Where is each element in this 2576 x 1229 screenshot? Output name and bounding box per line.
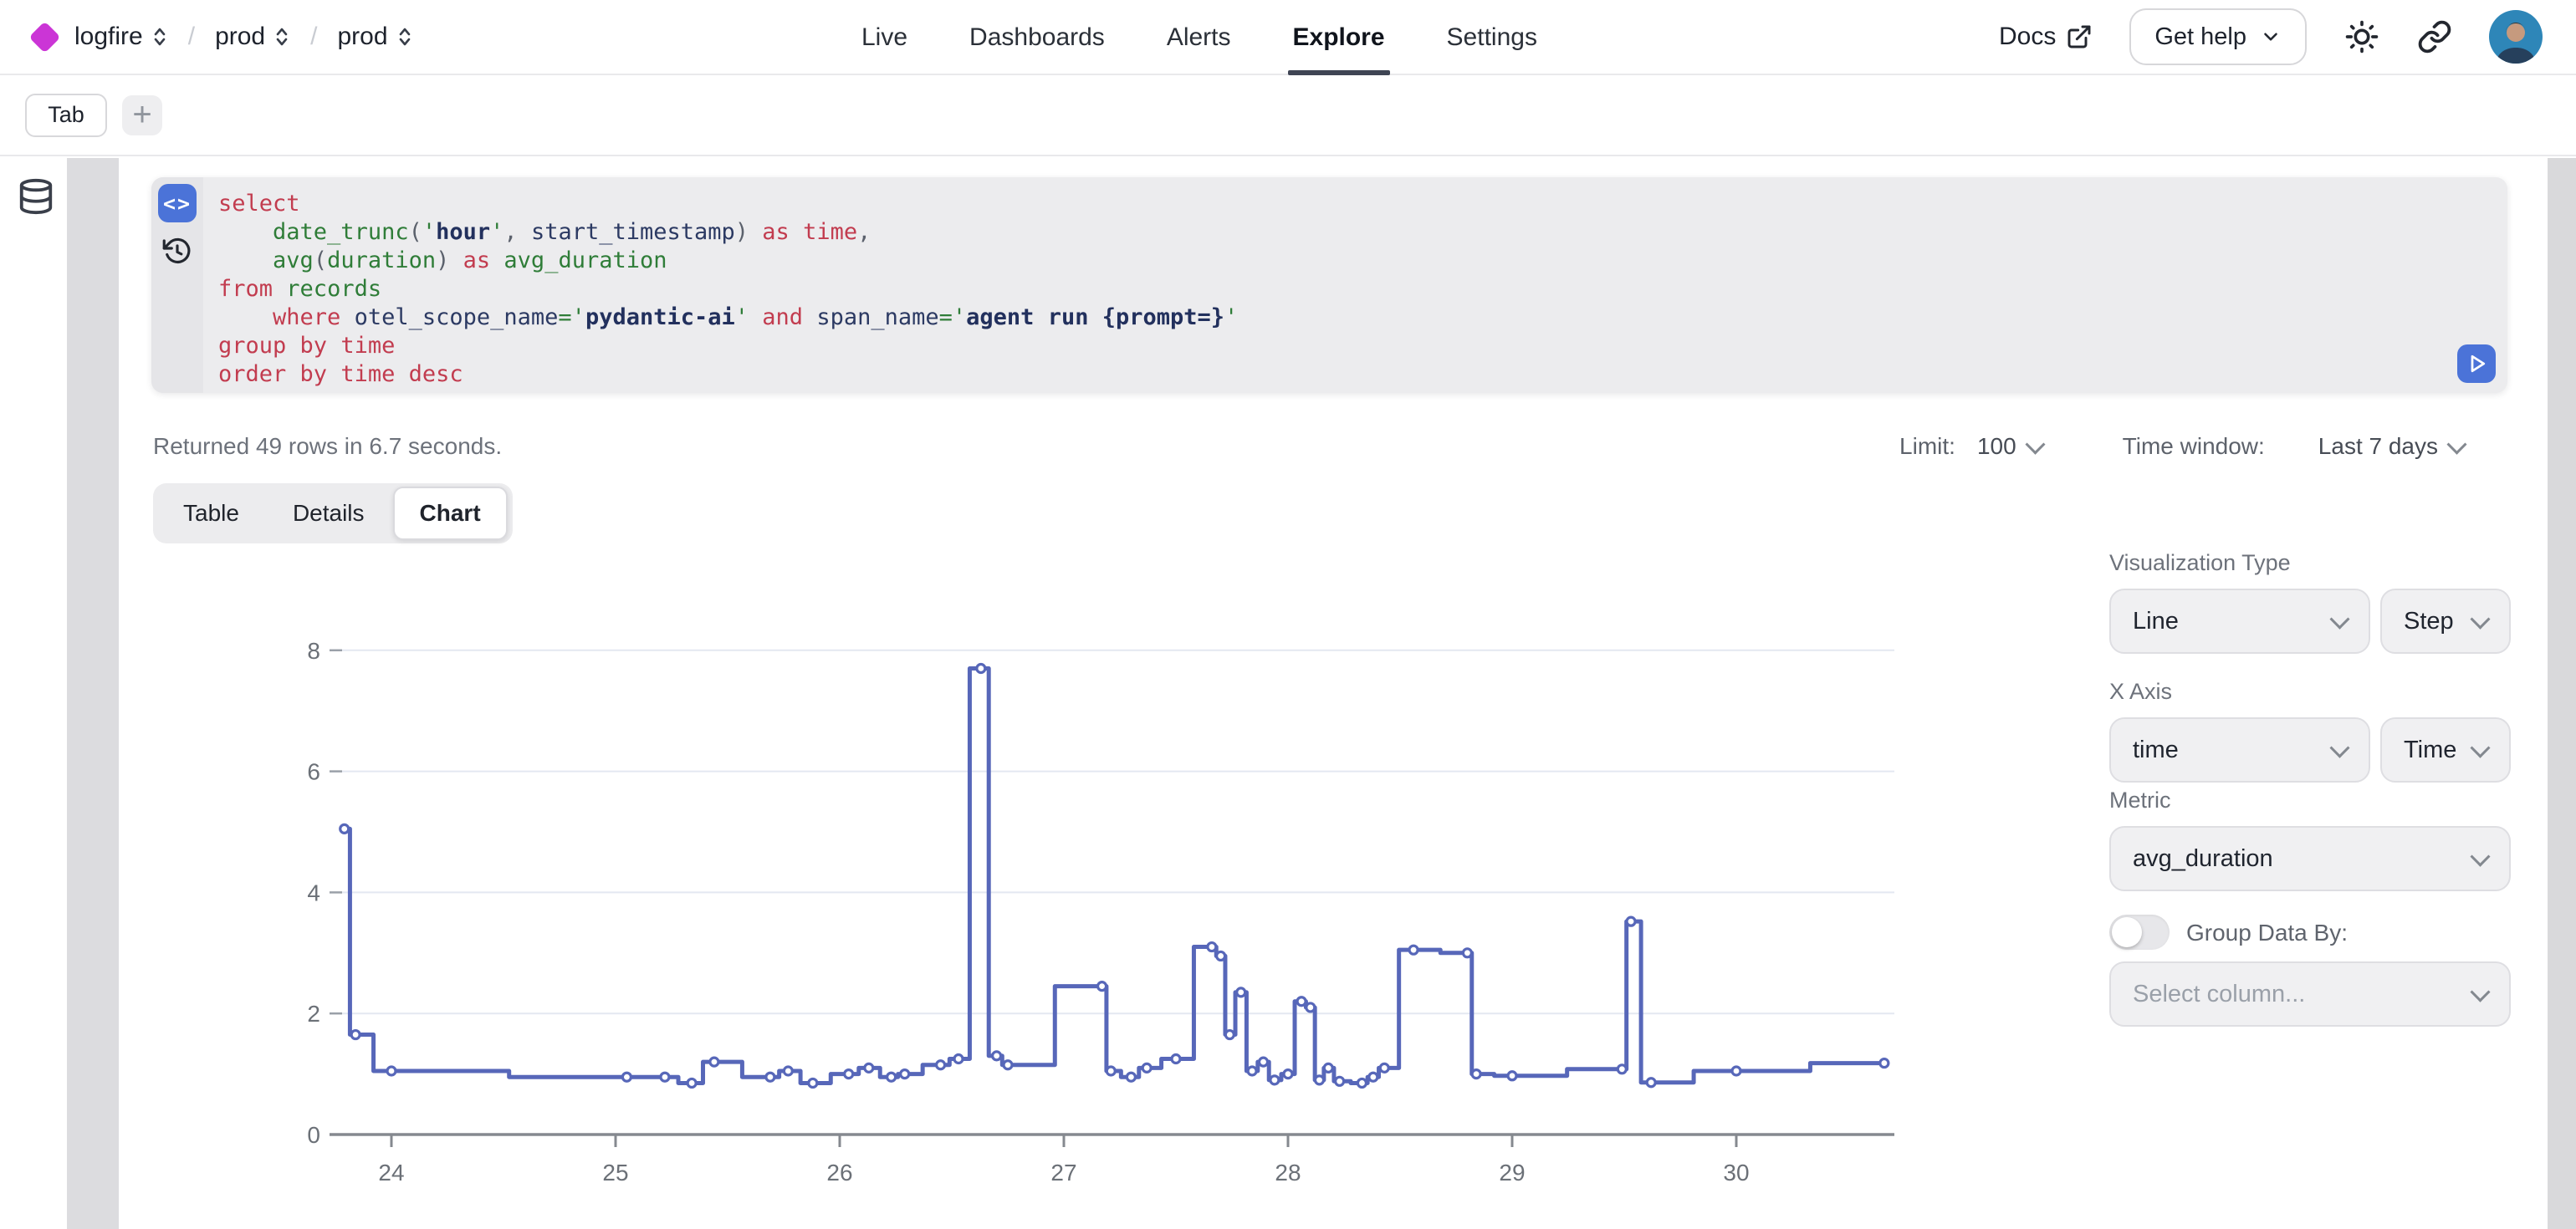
avatar-photo [2489, 10, 2543, 64]
svg-text:30: 30 [1723, 1160, 1749, 1186]
svg-text:2: 2 [307, 1001, 320, 1027]
limit-label: Limit: [1899, 433, 1955, 460]
nav-live[interactable]: Live [861, 0, 907, 75]
left-rail [0, 158, 67, 1229]
svg-text:0: 0 [307, 1122, 320, 1148]
chevron-down-icon [2470, 846, 2490, 866]
sun-icon [2343, 18, 2380, 55]
query-tab-bar: Tab + [0, 75, 2576, 156]
tab-chart[interactable]: Chart [393, 487, 508, 540]
group-by-column-select[interactable]: Select column... [2109, 961, 2511, 1027]
chevron-down-icon[interactable] [2025, 434, 2045, 454]
breadcrumb-environment-label: prod [337, 23, 387, 51]
chevron-down-icon [2470, 982, 2490, 1002]
sort-chevrons-icon [273, 24, 290, 49]
sort-chevrons-icon [396, 24, 413, 49]
tab-details[interactable]: Details [268, 488, 390, 538]
limit-value[interactable]: 100 [1977, 433, 2016, 460]
code-icon: <> [163, 191, 192, 216]
visualization-type-value: Line [2133, 608, 2321, 635]
sql-query-text[interactable]: select date_trunc('hour', start_timestam… [218, 190, 1238, 389]
svg-text:28: 28 [1275, 1160, 1301, 1186]
breadcrumb-separator: / [188, 23, 195, 51]
run-query-button[interactable] [2457, 344, 2496, 383]
nav-settings[interactable]: Settings [1447, 0, 1537, 75]
chevron-down-icon[interactable] [2446, 434, 2466, 454]
x-axis-kind-value: Time [2404, 737, 2461, 764]
logfire-logo-icon [28, 21, 60, 53]
chevron-down-icon [2329, 609, 2349, 629]
query-history-button[interactable] [162, 236, 192, 266]
result-view-switcher: Table Details Chart [153, 483, 513, 543]
chevron-down-icon [2329, 737, 2349, 757]
copy-link-button[interactable] [2417, 19, 2452, 54]
header-actions: Docs Get help [1999, 8, 2543, 65]
add-tab-button[interactable]: + [122, 95, 162, 135]
link-icon [2417, 19, 2452, 54]
line-style-value: Step [2404, 608, 2461, 635]
chevron-down-icon [2470, 609, 2490, 629]
svg-text:8: 8 [307, 638, 320, 664]
line-style-select[interactable]: Step [2380, 589, 2511, 654]
get-help-label: Get help [2154, 23, 2246, 51]
chevron-down-icon [2470, 737, 2490, 757]
chevron-down-icon [2260, 26, 2282, 48]
svg-text:4: 4 [307, 880, 320, 905]
database-icon [17, 177, 55, 216]
docs-label: Docs [1999, 23, 2056, 51]
visualization-type-select[interactable]: Line [2109, 589, 2370, 654]
x-axis-column-value: time [2133, 737, 2321, 764]
group-data-by-label: Group Data By: [2186, 920, 2348, 946]
get-help-button[interactable]: Get help [2129, 8, 2307, 65]
query-result-status: Returned 49 rows in 6.7 seconds. [153, 433, 502, 460]
svg-text:27: 27 [1050, 1160, 1076, 1186]
breadcrumb-org[interactable]: logfire [74, 23, 168, 51]
svg-text:29: 29 [1499, 1160, 1525, 1186]
theme-toggle-button[interactable] [2343, 18, 2380, 55]
format-code-button[interactable]: <> [158, 184, 197, 222]
nav-dashboards[interactable]: Dashboards [969, 0, 1105, 75]
history-icon [162, 236, 192, 266]
svg-text:25: 25 [602, 1160, 628, 1186]
user-avatar[interactable] [2489, 10, 2543, 64]
breadcrumb-separator: / [310, 23, 317, 51]
top-header: logfire / prod / prod Live Dashboards Al… [0, 0, 2576, 75]
docs-link[interactable]: Docs [1999, 23, 2093, 51]
svg-text:6: 6 [307, 759, 320, 785]
group-data-by-toggle[interactable] [2109, 915, 2170, 950]
svg-text:26: 26 [826, 1160, 852, 1186]
schema-browser-button[interactable] [17, 177, 55, 216]
panel-resizer[interactable] [67, 158, 119, 1229]
query-tab[interactable]: Tab [25, 94, 107, 137]
sort-chevrons-icon [151, 24, 168, 49]
tab-table[interactable]: Table [158, 488, 264, 538]
group-by-column-placeholder: Select column... [2133, 981, 2461, 1008]
plus-icon: + [132, 96, 151, 134]
x-axis-column-select[interactable]: time [2109, 717, 2370, 783]
metric-label: Metric [2109, 788, 2171, 813]
toggle-knob [2112, 917, 2142, 947]
time-window-value[interactable]: Last 7 days [2318, 433, 2438, 460]
main-nav: Live Dashboards Alerts Explore Settings [861, 0, 1537, 75]
query-options: Limit: 100 Time window: Last 7 days [1899, 433, 2464, 460]
metric-value: avg_duration [2133, 845, 2461, 873]
svg-text:24: 24 [378, 1160, 404, 1186]
x-axis-kind-select[interactable]: Time [2380, 717, 2511, 783]
breadcrumb-project[interactable]: prod [215, 23, 290, 51]
scrollbar-track[interactable] [2548, 158, 2576, 1229]
visualization-type-label: Visualization Type [2109, 550, 2291, 576]
x-axis-label: X Axis [2109, 679, 2172, 705]
metric-select[interactable]: avg_duration [2109, 826, 2511, 891]
breadcrumb-environment[interactable]: prod [337, 23, 412, 51]
breadcrumb-org-label: logfire [74, 23, 143, 51]
external-link-icon [2066, 23, 2093, 50]
breadcrumb: logfire / prod / prod [33, 23, 413, 51]
time-window-label: Time window: [2123, 433, 2265, 460]
play-icon [2464, 351, 2489, 376]
sql-editor[interactable]: <> select date_trunc('hour', start_times… [151, 177, 2507, 393]
nav-alerts[interactable]: Alerts [1167, 0, 1231, 75]
nav-explore[interactable]: Explore [1293, 0, 1385, 75]
breadcrumb-project-label: prod [215, 23, 265, 51]
